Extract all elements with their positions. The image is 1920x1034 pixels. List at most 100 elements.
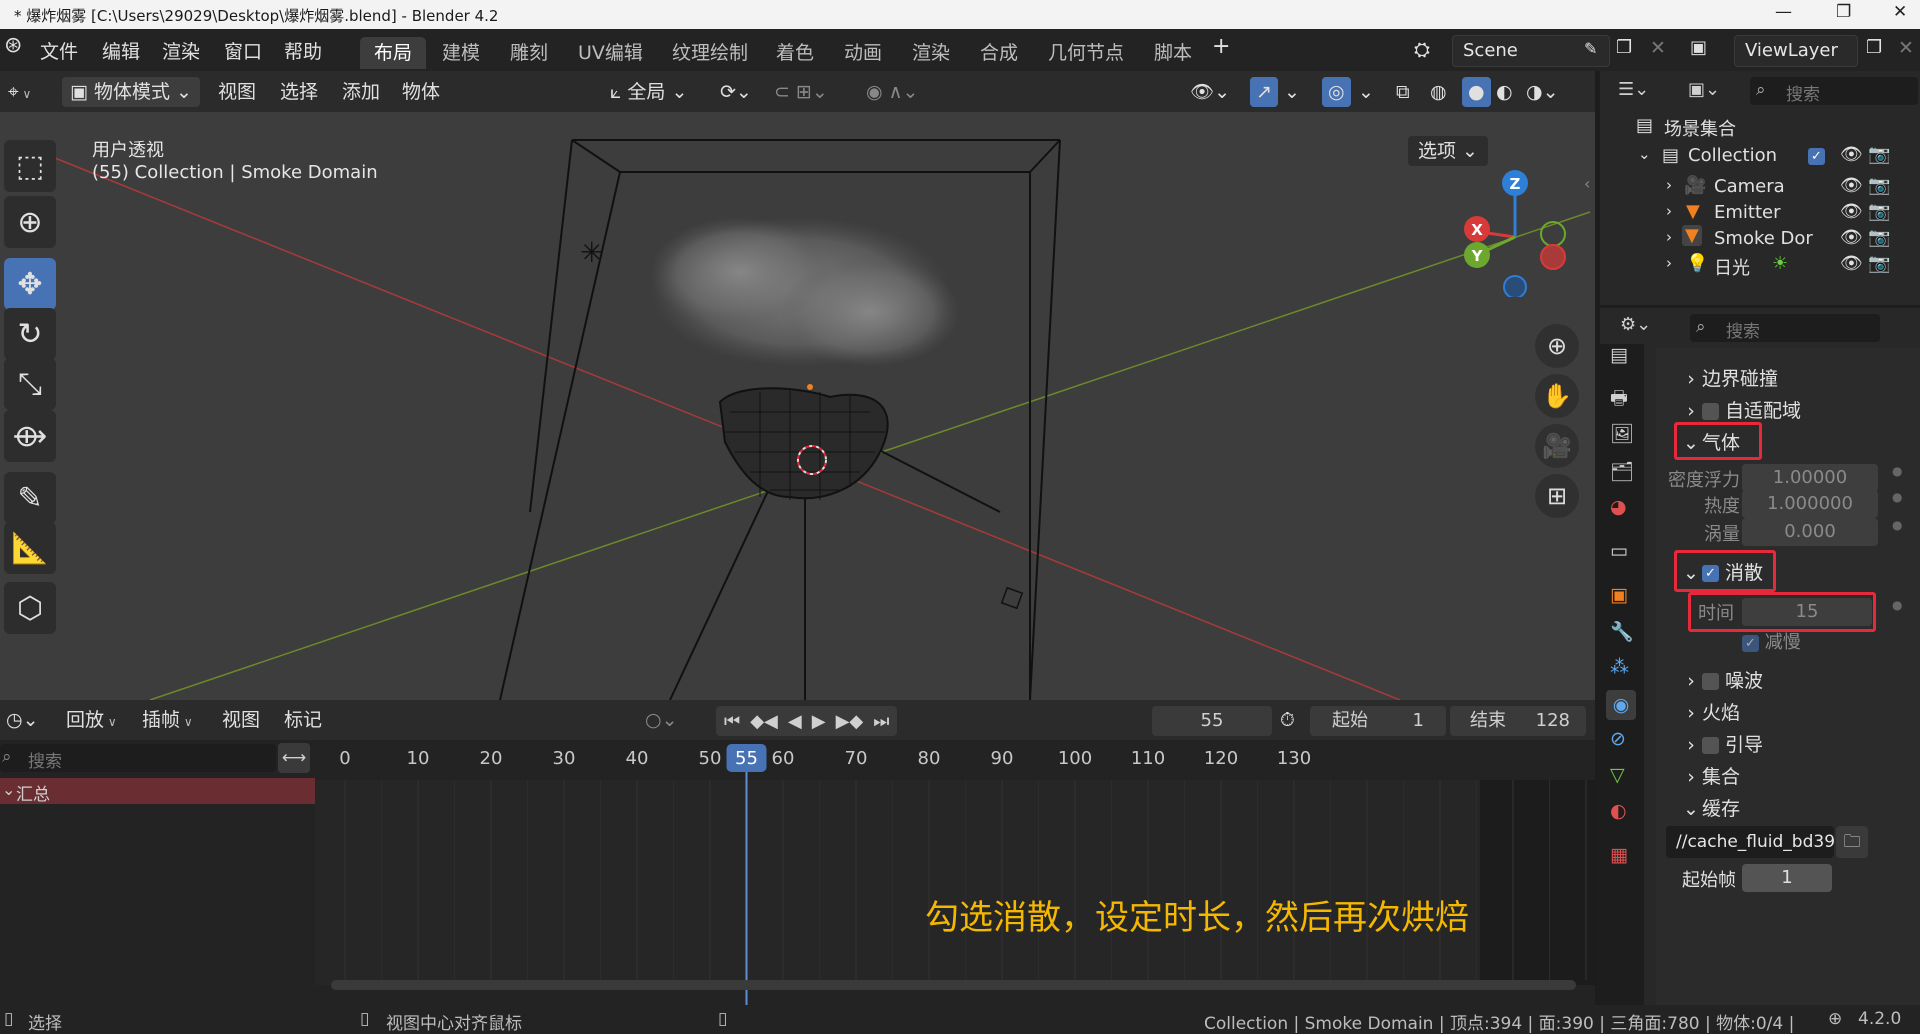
view-layer-icon[interactable]: ▣ — [1690, 37, 1707, 58]
delete-view-layer-icon[interactable]: ✕ — [1898, 37, 1914, 59]
properties-editor-icon[interactable]: ⚙⌄ — [1620, 314, 1651, 335]
menu-edit[interactable]: 编辑 — [102, 37, 140, 64]
data-tab-icon[interactable]: ▽ — [1610, 764, 1625, 786]
outliner-row-collection[interactable]: ⌄ ▤ Collection ✓ 👁 📷 — [1600, 141, 1920, 172]
transform-tool[interactable]: ⟴ — [4, 410, 56, 462]
eye-icon[interactable]: 👁 — [1840, 227, 1863, 248]
panel-noise[interactable]: › 噪波 — [1680, 666, 1763, 693]
timeline-editor-icon[interactable]: ◷⌄ — [6, 705, 39, 735]
timeline-scrollbar[interactable] — [331, 980, 1576, 990]
cache-frame-start-field[interactable]: 1 — [1742, 864, 1832, 892]
stopwatch-icon[interactable]: ⏱ — [1280, 705, 1295, 735]
select-box-tool[interactable]: ⬚ — [4, 140, 56, 192]
zoom-icon[interactable]: ⊕ — [1535, 324, 1579, 368]
tab-rendering[interactable]: 渲染 — [898, 37, 964, 69]
vorticity-field[interactable]: 0.000 — [1742, 518, 1878, 546]
panel-cache[interactable]: ⌄ 缓存 — [1680, 794, 1740, 821]
tab-animation[interactable]: 动画 — [830, 37, 896, 69]
camera-view-icon[interactable]: 🎥 — [1535, 424, 1579, 468]
visibility-icon[interactable]: 👁⌄ — [1190, 77, 1230, 107]
menu-file[interactable]: 文件 — [40, 37, 78, 64]
keyframe-dot-icon[interactable]: ● — [1892, 598, 1902, 612]
sync-icon[interactable]: ⟷ — [278, 743, 310, 773]
adaptive-domain-checkbox[interactable] — [1702, 403, 1719, 420]
view-layer-field[interactable]: ViewLayer — [1734, 35, 1858, 67]
collection-exclude-checkbox[interactable]: ✓ — [1808, 148, 1825, 165]
scale-tool[interactable]: ⤡ — [4, 358, 56, 410]
record-icon[interactable]: ○⌄ — [645, 705, 678, 735]
keyframe-dot-icon[interactable]: ● — [1892, 490, 1902, 504]
chevron-right-icon[interactable]: › — [1666, 254, 1672, 272]
overlay-dropdown-icon[interactable]: ⌄ — [1358, 77, 1374, 107]
current-frame-field[interactable]: 55 — [1152, 706, 1272, 736]
jump-start-icon[interactable]: ⏮ — [724, 711, 740, 732]
timeline-view-menu[interactable]: 视图 — [222, 705, 260, 735]
tool-tab-icon[interactable]: ▤ — [1610, 344, 1628, 366]
xray-icon[interactable]: ⧉ — [1396, 77, 1410, 107]
play-reverse-icon[interactable]: ◀ — [788, 711, 802, 732]
keyframe-dot-icon[interactable]: ● — [1892, 464, 1902, 478]
menu-render[interactable]: 渲染 — [162, 37, 200, 64]
properties-search-input[interactable]: ⌕ 搜索 — [1690, 314, 1880, 342]
tab-shading[interactable]: 着色 — [762, 37, 828, 69]
3d-viewport[interactable]: ✳ 用户透视 (55) Collection | Smoke Domain ⬚ … — [0, 112, 1595, 700]
snap-icon[interactable]: ⊂ ⊞⌄ — [774, 77, 828, 107]
editor-type-icon[interactable]: ⌖ — [8, 77, 31, 107]
tab-layout[interactable]: 布局 — [360, 37, 427, 69]
transform-orientation[interactable]: ⟀ 全局 ⌄ — [610, 77, 687, 107]
eye-icon[interactable]: 👁 — [1840, 175, 1863, 196]
blender-logo-icon[interactable]: ⊛ — [4, 33, 22, 58]
particles-tab-icon[interactable]: ⁂ — [1610, 656, 1629, 678]
add-workspace-icon[interactable]: + — [1212, 34, 1230, 59]
camera-render-icon[interactable]: 📷 — [1868, 144, 1890, 165]
object-tab-icon[interactable]: ▣ — [1610, 584, 1628, 606]
timeline-search-input[interactable]: ⌕ 搜索 — [0, 744, 276, 772]
panel-collections[interactable]: › 集合 — [1680, 762, 1740, 789]
menu-window[interactable]: 窗口 — [224, 37, 262, 64]
jump-end-icon[interactable]: ⏭ — [873, 711, 889, 732]
rotate-tool[interactable]: ↻ — [4, 308, 56, 360]
summary-channel[interactable]: ⌄ 汇总 — [0, 778, 315, 805]
new-scene-icon[interactable]: ❐ — [1616, 37, 1632, 58]
play-icon[interactable]: ▶ — [812, 711, 826, 732]
heat-field[interactable]: 1.000000 — [1742, 490, 1878, 518]
measure-tool[interactable]: 📐 — [4, 522, 56, 574]
modifier-wrench-icon[interactable]: 🔧 — [1610, 620, 1634, 643]
tab-modeling[interactable]: 建模 — [428, 37, 494, 69]
tab-scripting[interactable]: 脚本 — [1140, 37, 1206, 69]
material-tab-icon[interactable]: ◐ — [1610, 800, 1627, 822]
menu-add[interactable]: 添加 — [342, 77, 380, 107]
mode-selector[interactable]: ▣ 物体模式 ⌄ — [62, 77, 200, 107]
noise-checkbox[interactable] — [1702, 673, 1719, 690]
outliner-row-sun[interactable]: › 💡 日光 ☀ 👁 📷 — [1600, 250, 1920, 281]
menu-view[interactable]: 视图 — [218, 77, 256, 107]
tab-texture-paint[interactable]: 纹理绘制 — [658, 37, 762, 69]
keyframe-dot-icon[interactable]: ● — [1892, 518, 1902, 532]
physics-tab-icon[interactable]: ◉ — [1606, 690, 1636, 720]
pivot-icon[interactable]: ⟳⌄ — [720, 77, 752, 107]
timeline-area[interactable]: ⌕ 搜索 ⟷ ⌄ 汇总 0 10 20 30 40 50 60 70 80 90 100 110 120… — [0, 740, 1595, 1005]
tab-uv-editing[interactable]: UV编辑 — [564, 37, 657, 69]
marker-menu[interactable]: 标记 — [284, 705, 322, 735]
outliner-row-scene-collection[interactable]: ▤ 场景集合 — [1600, 111, 1920, 142]
outliner-search-input[interactable]: ⌕ 搜索 — [1750, 77, 1918, 105]
frame-end-field[interactable]: 结束 128 — [1450, 706, 1586, 736]
move-tool[interactable]: ✥ — [4, 258, 56, 310]
playback-menu[interactable]: 回放 — [66, 705, 117, 735]
chevron-right-icon[interactable]: › — [1666, 176, 1672, 194]
next-keyframe-icon[interactable]: ▶◆ — [836, 711, 864, 732]
chevron-down-icon[interactable]: ⌄ — [1638, 145, 1651, 163]
gizmo-neg-y[interactable] — [1540, 221, 1566, 247]
slow-option[interactable]: ✓ 减慢 — [1742, 628, 1801, 654]
tab-sculpting[interactable]: 雕刻 — [496, 37, 562, 69]
camera-render-icon[interactable]: 📷 — [1868, 253, 1890, 274]
menu-object[interactable]: 物体 — [402, 77, 440, 107]
display-mode-icon[interactable]: ▣⌄ — [1688, 79, 1720, 100]
close-icon[interactable]: ✕ — [1893, 2, 1907, 22]
panel-adaptive-domain[interactable]: › 自适配域 — [1680, 396, 1801, 423]
panel-fire[interactable]: › 火焰 — [1680, 698, 1740, 725]
delete-scene-icon[interactable]: ✕ — [1650, 37, 1666, 59]
render-tab-icon[interactable]: 🖶 — [1610, 384, 1628, 416]
grid-view-icon[interactable]: ⊞ — [1535, 474, 1579, 518]
material-shading-icon[interactable]: ◐ — [1496, 77, 1513, 107]
